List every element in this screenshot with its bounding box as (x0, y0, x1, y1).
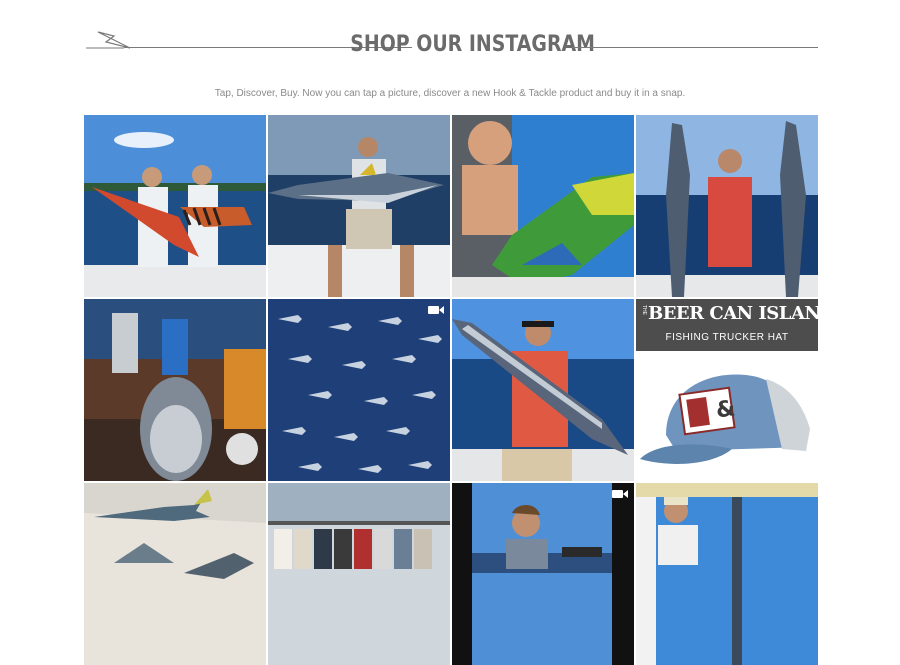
instagram-post-store-racks[interactable] (268, 483, 450, 665)
instagram-post-snapper-catch[interactable] (84, 115, 266, 297)
section-subtitle: Tap, Discover, Buy. Now you can tap a pi… (214, 88, 686, 99)
instagram-post-boat-captain[interactable] (636, 483, 818, 665)
svg-text:&: & (714, 396, 736, 423)
promo-brand-prefix: THE (641, 305, 647, 315)
instagram-post-store-mounts[interactable] (84, 483, 266, 665)
hook-logo-icon (86, 31, 131, 49)
promo-product-name: FISHING TRUCKER HAT (665, 332, 789, 343)
instagram-post-fish-pattern[interactable] (268, 299, 450, 481)
video-camera-icon (612, 490, 628, 498)
instagram-post-wahoo-pair[interactable] (636, 115, 818, 297)
promo-banner: THE BEER CAN ISLAND FISHING TRUCKER HAT (636, 299, 818, 351)
video-camera-icon (428, 306, 444, 314)
instagram-post-giant-tuna-deck[interactable] (84, 299, 266, 481)
instagram-post-mahi-catch[interactable] (452, 115, 634, 297)
header-rule-right (572, 47, 818, 48)
instagram-grid: THE BEER CAN ISLAND FISHING TRUCKER HAT … (84, 115, 818, 665)
promo-brand-name: BEER CAN ISLAND (648, 303, 818, 324)
instagram-post-tuna-catch[interactable] (268, 115, 450, 297)
instagram-post-wahoo-sunglasses[interactable] (452, 299, 634, 481)
trucker-hat-image: & (640, 374, 810, 464)
instagram-post-angler-portrait[interactable] (452, 483, 634, 665)
section-title: SHOP OUR INSTAGRAM (350, 32, 595, 57)
section-header: SHOP OUR INSTAGRAM (84, 28, 818, 68)
instagram-post-beer-can-island-hat[interactable]: THE BEER CAN ISLAND FISHING TRUCKER HAT … (636, 299, 818, 481)
